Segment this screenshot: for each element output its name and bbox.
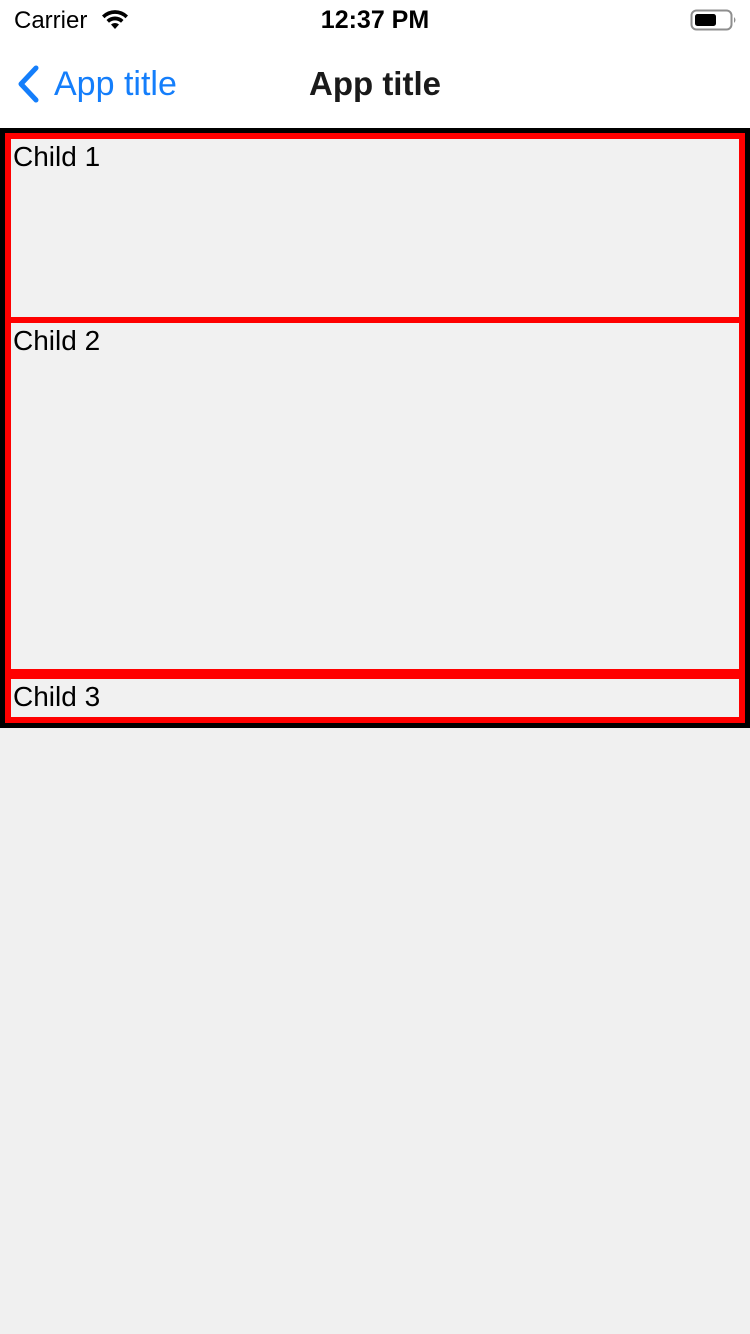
child-label-1: Child 1 xyxy=(13,141,101,172)
page-title: App title xyxy=(309,65,441,102)
parent-container: Child 1 Child 2 Child 3 xyxy=(0,128,750,728)
child-box-2: Child 2 xyxy=(5,317,745,675)
child-label-3: Child 3 xyxy=(13,681,101,712)
navigation-bar: App title App title xyxy=(0,40,750,128)
child-box-3: Child 3 xyxy=(5,673,745,723)
status-time: 12:37 PM xyxy=(320,6,430,34)
battery-icon xyxy=(690,9,736,31)
status-bar: Carrier 12:37 PM xyxy=(0,0,750,40)
child-label-2: Child 2 xyxy=(13,325,101,356)
child-box-1: Child 1 xyxy=(5,133,745,323)
